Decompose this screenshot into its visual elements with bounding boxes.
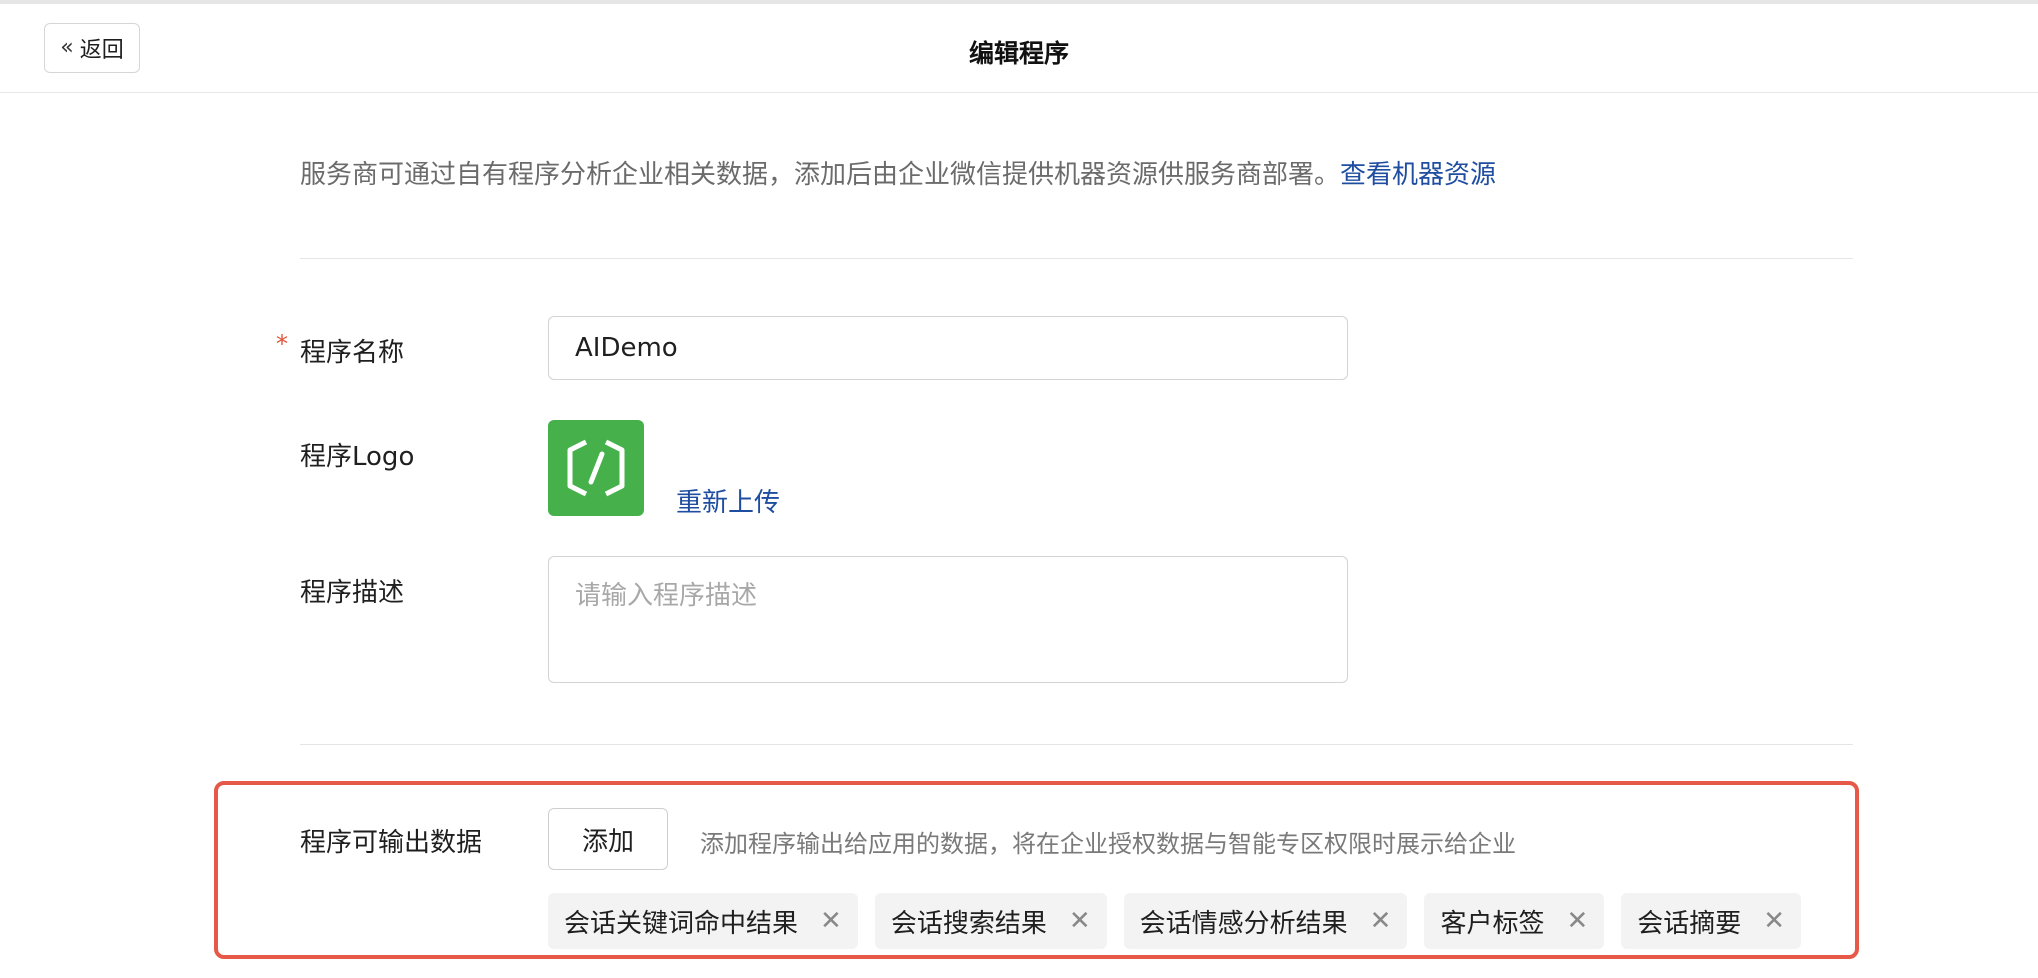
output-tag-list: 会话关键词命中结果 ✕ 会话搜索结果 ✕ 会话情感分析结果 ✕ 客户标签 ✕ 会… <box>548 893 1802 949</box>
program-description-label: 程序描述 <box>300 578 405 608</box>
output-tag: 会话搜索结果 ✕ <box>874 893 1107 949</box>
close-icon[interactable]: ✕ <box>1069 908 1091 934</box>
tag-label: 会话搜索结果 <box>890 908 1047 939</box>
reupload-button[interactable]: 重新上传 <box>676 482 780 519</box>
intro-text: 服务商可通过自有程序分析企业相关数据，添加后由企业微信提供机器资源供服务商部署。… <box>300 154 1496 191</box>
close-icon[interactable]: ✕ <box>1370 908 1392 934</box>
output-tag: 会话关键词命中结果 ✕ <box>548 893 858 949</box>
output-data-label: 程序可输出数据 <box>300 828 483 858</box>
page-header: « 返回 编辑程序 <box>0 4 2038 93</box>
code-logo-icon <box>567 439 625 497</box>
output-tag: 会话摘要 ✕ <box>1621 893 1802 949</box>
tag-label: 会话情感分析结果 <box>1139 908 1348 939</box>
tag-label: 会话摘要 <box>1637 908 1742 939</box>
tag-label: 客户标签 <box>1440 908 1545 939</box>
intro-description: 服务商可通过自有程序分析企业相关数据，添加后由企业微信提供机器资源供服务商部署。 <box>300 160 1341 190</box>
program-name-input[interactable]: AIDemo <box>548 316 1348 380</box>
divider <box>300 744 1853 745</box>
program-logo-label: 程序Logo <box>300 442 415 472</box>
program-description-input[interactable]: 请输入程序描述 <box>548 556 1348 683</box>
output-hint: 添加程序输出给应用的数据，将在企业授权数据与智能专区权限时展示给企业 <box>700 830 1516 858</box>
tag-label: 会话关键词命中结果 <box>564 908 799 939</box>
view-machine-resources-link[interactable]: 查看机器资源 <box>1340 160 1496 190</box>
close-icon[interactable]: ✕ <box>1763 908 1785 934</box>
page-title: 编辑程序 <box>968 39 1069 68</box>
add-output-button[interactable]: 添加 <box>548 808 668 870</box>
program-name-label: 程序名称 <box>300 338 405 368</box>
output-tag: 客户标签 ✕ <box>1424 893 1605 949</box>
close-icon[interactable]: ✕ <box>1566 908 1588 934</box>
output-tag: 会话情感分析结果 ✕ <box>1123 893 1408 949</box>
divider <box>300 258 1853 259</box>
close-icon[interactable]: ✕ <box>820 908 842 934</box>
required-marker: * <box>276 330 288 358</box>
program-logo-image <box>548 420 644 516</box>
